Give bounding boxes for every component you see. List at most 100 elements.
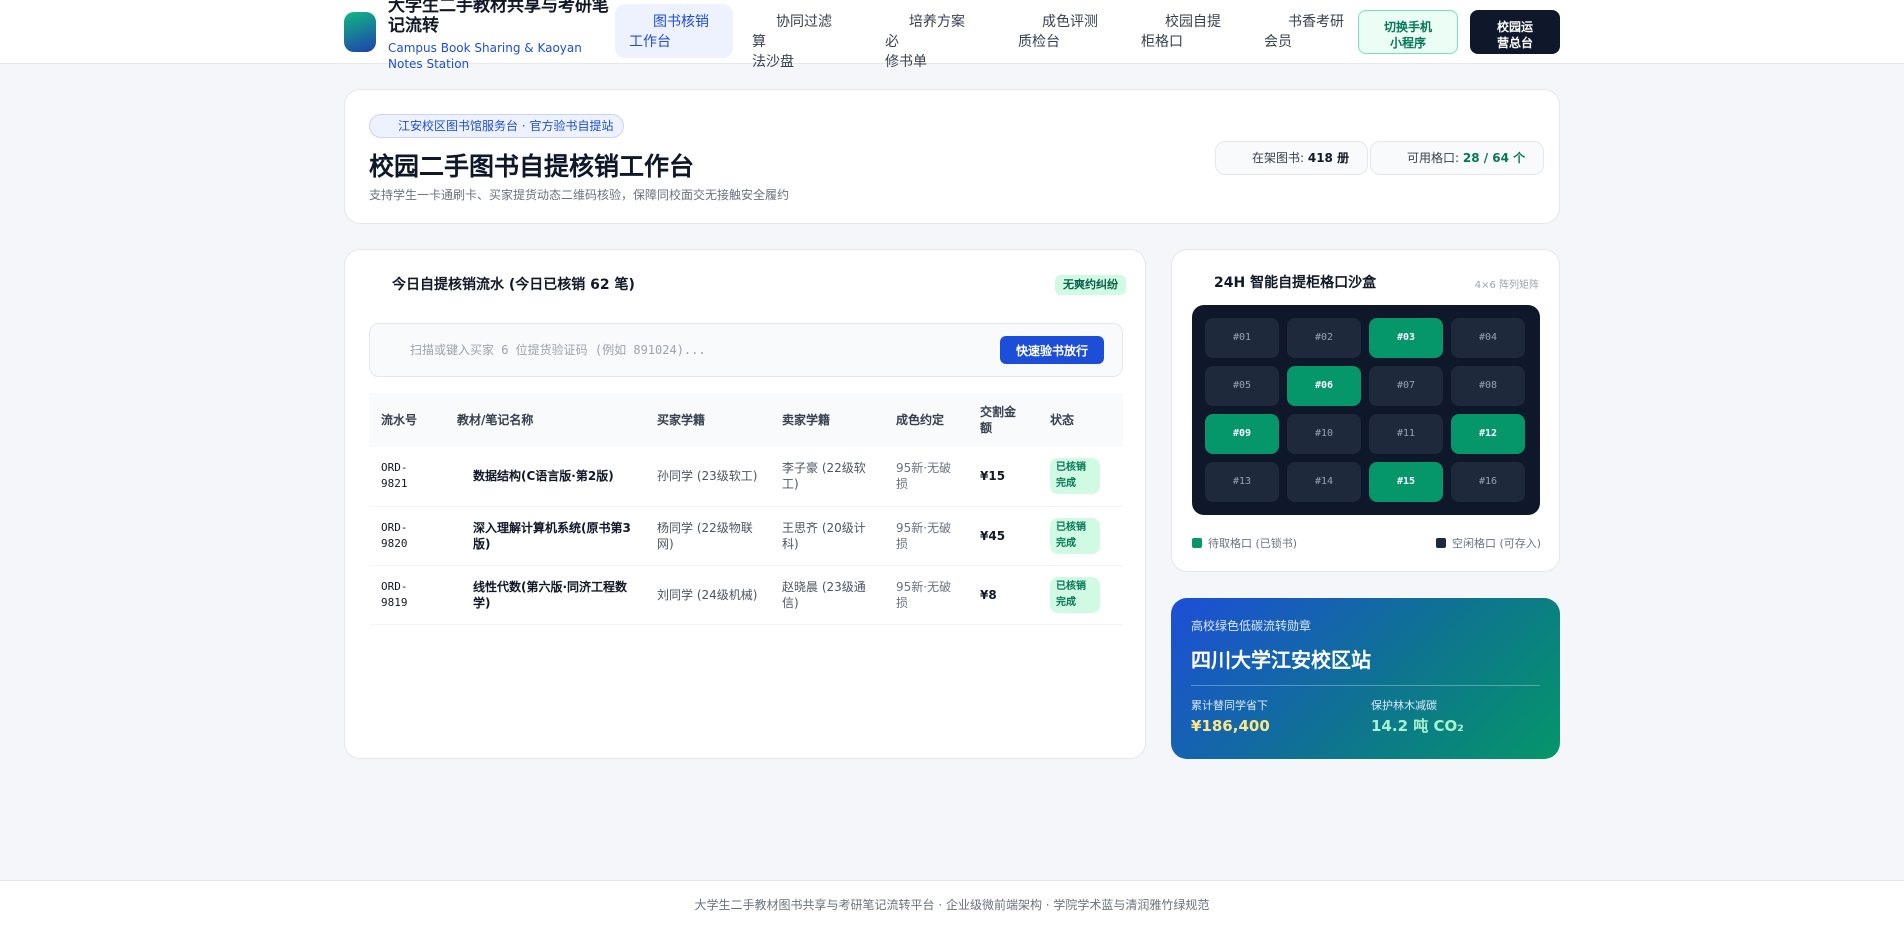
nav-tab-label: 成色评测 <box>1042 14 1098 30</box>
campus-ops-console-button[interactable]: 校园运 营总台 <box>1470 10 1560 54</box>
brand-subtitle: Campus Book Sharing & Kaoyan Notes Stati… <box>388 41 582 71</box>
column-header: 流水号 <box>369 393 445 447</box>
column-header: 状态 <box>1038 393 1123 447</box>
order-id: ORD-9821 <box>369 447 445 507</box>
nav-tab-label: 培养方案必 <box>885 14 965 50</box>
seller: 李子豪 (22级软工) <box>770 447 884 507</box>
nav-tab-label: 书香考研 <box>1288 14 1344 30</box>
condition: 95新·无破损 <box>884 447 968 507</box>
column-header: 教材/笔记名称 <box>445 393 645 447</box>
locker-cell[interactable]: #05 <box>1205 366 1279 406</box>
page-description: 支持学生一卡通刷卡、买家提货动态二维码核验，保障同校面交无接触安全履约 <box>369 188 790 202</box>
button-label: 校园运 <box>1496 20 1533 34</box>
order-id: ORD-9819 <box>369 565 445 625</box>
stat-value: 28 / 64 个 <box>1462 151 1526 165</box>
nav-tab-label: 图书核销 <box>653 14 709 30</box>
locker-cell[interactable]: #04 <box>1451 318 1525 358</box>
locker-cell[interactable]: #15 <box>1369 462 1443 502</box>
status-badge: 已核销完成 <box>1050 576 1100 613</box>
nav-tab-label: 校园自提 <box>1165 14 1221 30</box>
locker-cell[interactable]: #11 <box>1369 414 1443 454</box>
order-id: ORD-9820 <box>369 506 445 566</box>
co2-value: 14.2 吨 CO₂ <box>1371 717 1464 735</box>
nav-tab-checkout-workbench[interactable]: 图书核销 工作台 <box>615 4 733 58</box>
book-name: 线性代数(第六版·同济工程数学) <box>445 565 645 625</box>
nav-tab-label: 会员 <box>1264 34 1292 50</box>
locker-available-chip: 可用格口: 28 / 64 个 <box>1370 141 1545 175</box>
locker-cell[interactable]: #08 <box>1451 366 1525 406</box>
nav-tab-label: 协同过滤算 <box>752 14 832 50</box>
top-header: 大学生二手教材共享与考研笔记流转 Campus Book Sharing & K… <box>0 0 1904 71</box>
seller: 王思齐 (20级计科) <box>770 506 884 566</box>
legend-label: 待取格口 (已锁书) <box>1208 537 1298 550</box>
buyer: 孙同学 (23级软工) <box>645 447 770 507</box>
co2-label: 保护林木减碳 <box>1371 699 1437 712</box>
locker-cell[interactable]: #16 <box>1451 462 1525 502</box>
nav-tab-required-books[interactable]: 培养方案必 修书单 <box>871 4 989 70</box>
locker-cell[interactable]: #02 <box>1287 318 1361 358</box>
hero-card: 江安校区图书馆服务台 · 官方验书自提站 校园二手图书自提核销工作台 支持学生一… <box>344 89 1560 224</box>
locker-cell[interactable]: #13 <box>1205 462 1279 502</box>
button-label: 切换手机 <box>1383 20 1432 34</box>
shelf-count-chip: 在架图书: 418 册 <box>1215 141 1369 175</box>
page-footer: 大学生二手教材图书共享与考研笔记流转平台 · 企业级微前端架构 · 学院学术蓝与… <box>0 880 1904 929</box>
ledger-table: 流水号 教材/笔记名称 买家学籍 卖家学籍 成色约定 交割金额 状态 ORD-9… <box>369 393 1123 625</box>
legend-swatch-free <box>1436 538 1446 548</box>
locker-cell[interactable]: #14 <box>1287 462 1361 502</box>
stat-label: 可用格口: <box>1407 151 1463 165</box>
brand-logo-icon <box>344 12 376 52</box>
campus-station-title: 四川大学江安校区站 <box>1191 648 1371 672</box>
divider <box>1191 685 1540 686</box>
price: ¥15 <box>968 447 1038 507</box>
pickup-code-input[interactable] <box>382 334 982 366</box>
condition: 95新·无破损 <box>884 506 968 566</box>
column-header: 成色约定 <box>884 393 968 447</box>
locker-cell[interactable]: #09 <box>1205 414 1279 454</box>
nav-tab-cf-algorithm[interactable]: 协同过滤算 法沙盘 <box>738 4 856 70</box>
locker-dimension-label: 4×6 阵列矩阵 <box>1474 280 1539 291</box>
locker-cell[interactable]: #10 <box>1287 414 1361 454</box>
status-badge: 已核销完成 <box>1050 458 1100 495</box>
column-header: 买家学籍 <box>645 393 770 447</box>
stat-value: 418 册 <box>1307 151 1350 165</box>
nav-tab-label: 法沙盘 <box>752 54 794 70</box>
seller: 赵晓晨 (23级通信) <box>770 565 884 625</box>
nav-tab-membership[interactable]: 书香考研 会员 <box>1250 4 1368 58</box>
table-header-row: 流水号 教材/笔记名称 买家学籍 卖家学籍 成色约定 交割金额 状态 <box>369 393 1123 447</box>
column-header: 交割金额 <box>968 393 1038 447</box>
status-badge: 已核销完成 <box>1050 517 1100 554</box>
nav-tab-quality-check[interactable]: 成色评测 质检台 <box>1004 4 1122 58</box>
condition: 95新·无破损 <box>884 565 968 625</box>
table-row[interactable]: ORD-9819 线性代数(第六版·同济工程数学) 刘同学 (24级机械) 赵晓… <box>369 565 1123 625</box>
quick-release-button[interactable]: 快速验书放行 <box>1000 336 1104 364</box>
table-row[interactable]: ORD-9820 深入理解计算机系统(原书第3版) 杨同学 (22级物联网) 王… <box>369 506 1123 566</box>
saved-value: ¥186,400 <box>1191 717 1270 735</box>
green-medal-card: 高校绿色低碳流转勋章 四川大学江安校区站 累计替同学省下 ¥186,400 保护… <box>1171 598 1560 759</box>
legend-label: 空闲格口 (可存入) <box>1452 537 1542 550</box>
book-name: 数据结构(C语言版·第2版) <box>445 447 645 507</box>
buyer: 刘同学 (24级机械) <box>645 565 770 625</box>
buyer: 杨同学 (22级物联网) <box>645 506 770 566</box>
stat-label: 在架图书: <box>1252 151 1308 165</box>
nav-tab-locker[interactable]: 校园自提 柜格口 <box>1127 4 1245 58</box>
locker-sandbox-card: 24H 智能自提柜格口沙盒 4×6 阵列矩阵 #01 #02 #03 #04 #05 #0… <box>1171 249 1560 572</box>
service-desk-pill: 江安校区图书馆服务台 · 官方验书自提站 <box>369 114 625 138</box>
locker-cell[interactable]: #01 <box>1205 318 1279 358</box>
column-header: 卖家学籍 <box>770 393 884 447</box>
medal-label: 高校绿色低碳流转勋章 <box>1191 619 1312 633</box>
locker-grid: #01 #02 #03 #04 #05 #06 #07 #08 #09 #10 #11 #12 #13 #… <box>1192 305 1540 515</box>
saved-label: 累计替同学省下 <box>1191 699 1268 712</box>
nav-tab-label: 质检台 <box>1018 34 1060 50</box>
status-cell: 已核销完成 <box>1038 565 1123 625</box>
checkout-ledger-card: 今日自提核销流水 (今日已核销 62 笔) 无爽约纠纷 快速验书放行 流水号 教… <box>344 249 1146 759</box>
table-row[interactable]: ORD-9821 数据结构(C语言版·第2版) 孙同学 (23级软工) 李子豪 … <box>369 447 1123 507</box>
locker-cell[interactable]: #12 <box>1451 414 1525 454</box>
locker-cell[interactable]: #07 <box>1369 366 1443 406</box>
nav-tab-label: 柜格口 <box>1141 34 1183 50</box>
button-label: 营总台 <box>1496 36 1533 50</box>
switch-mini-program-button[interactable]: 切换手机 小程序 <box>1358 10 1458 54</box>
locker-cell[interactable]: #03 <box>1369 318 1443 358</box>
brand-title: 大学生二手教材共享与考研笔记流转 <box>388 0 609 36</box>
locker-cell[interactable]: #06 <box>1287 366 1361 406</box>
button-label: 小程序 <box>1389 36 1426 50</box>
